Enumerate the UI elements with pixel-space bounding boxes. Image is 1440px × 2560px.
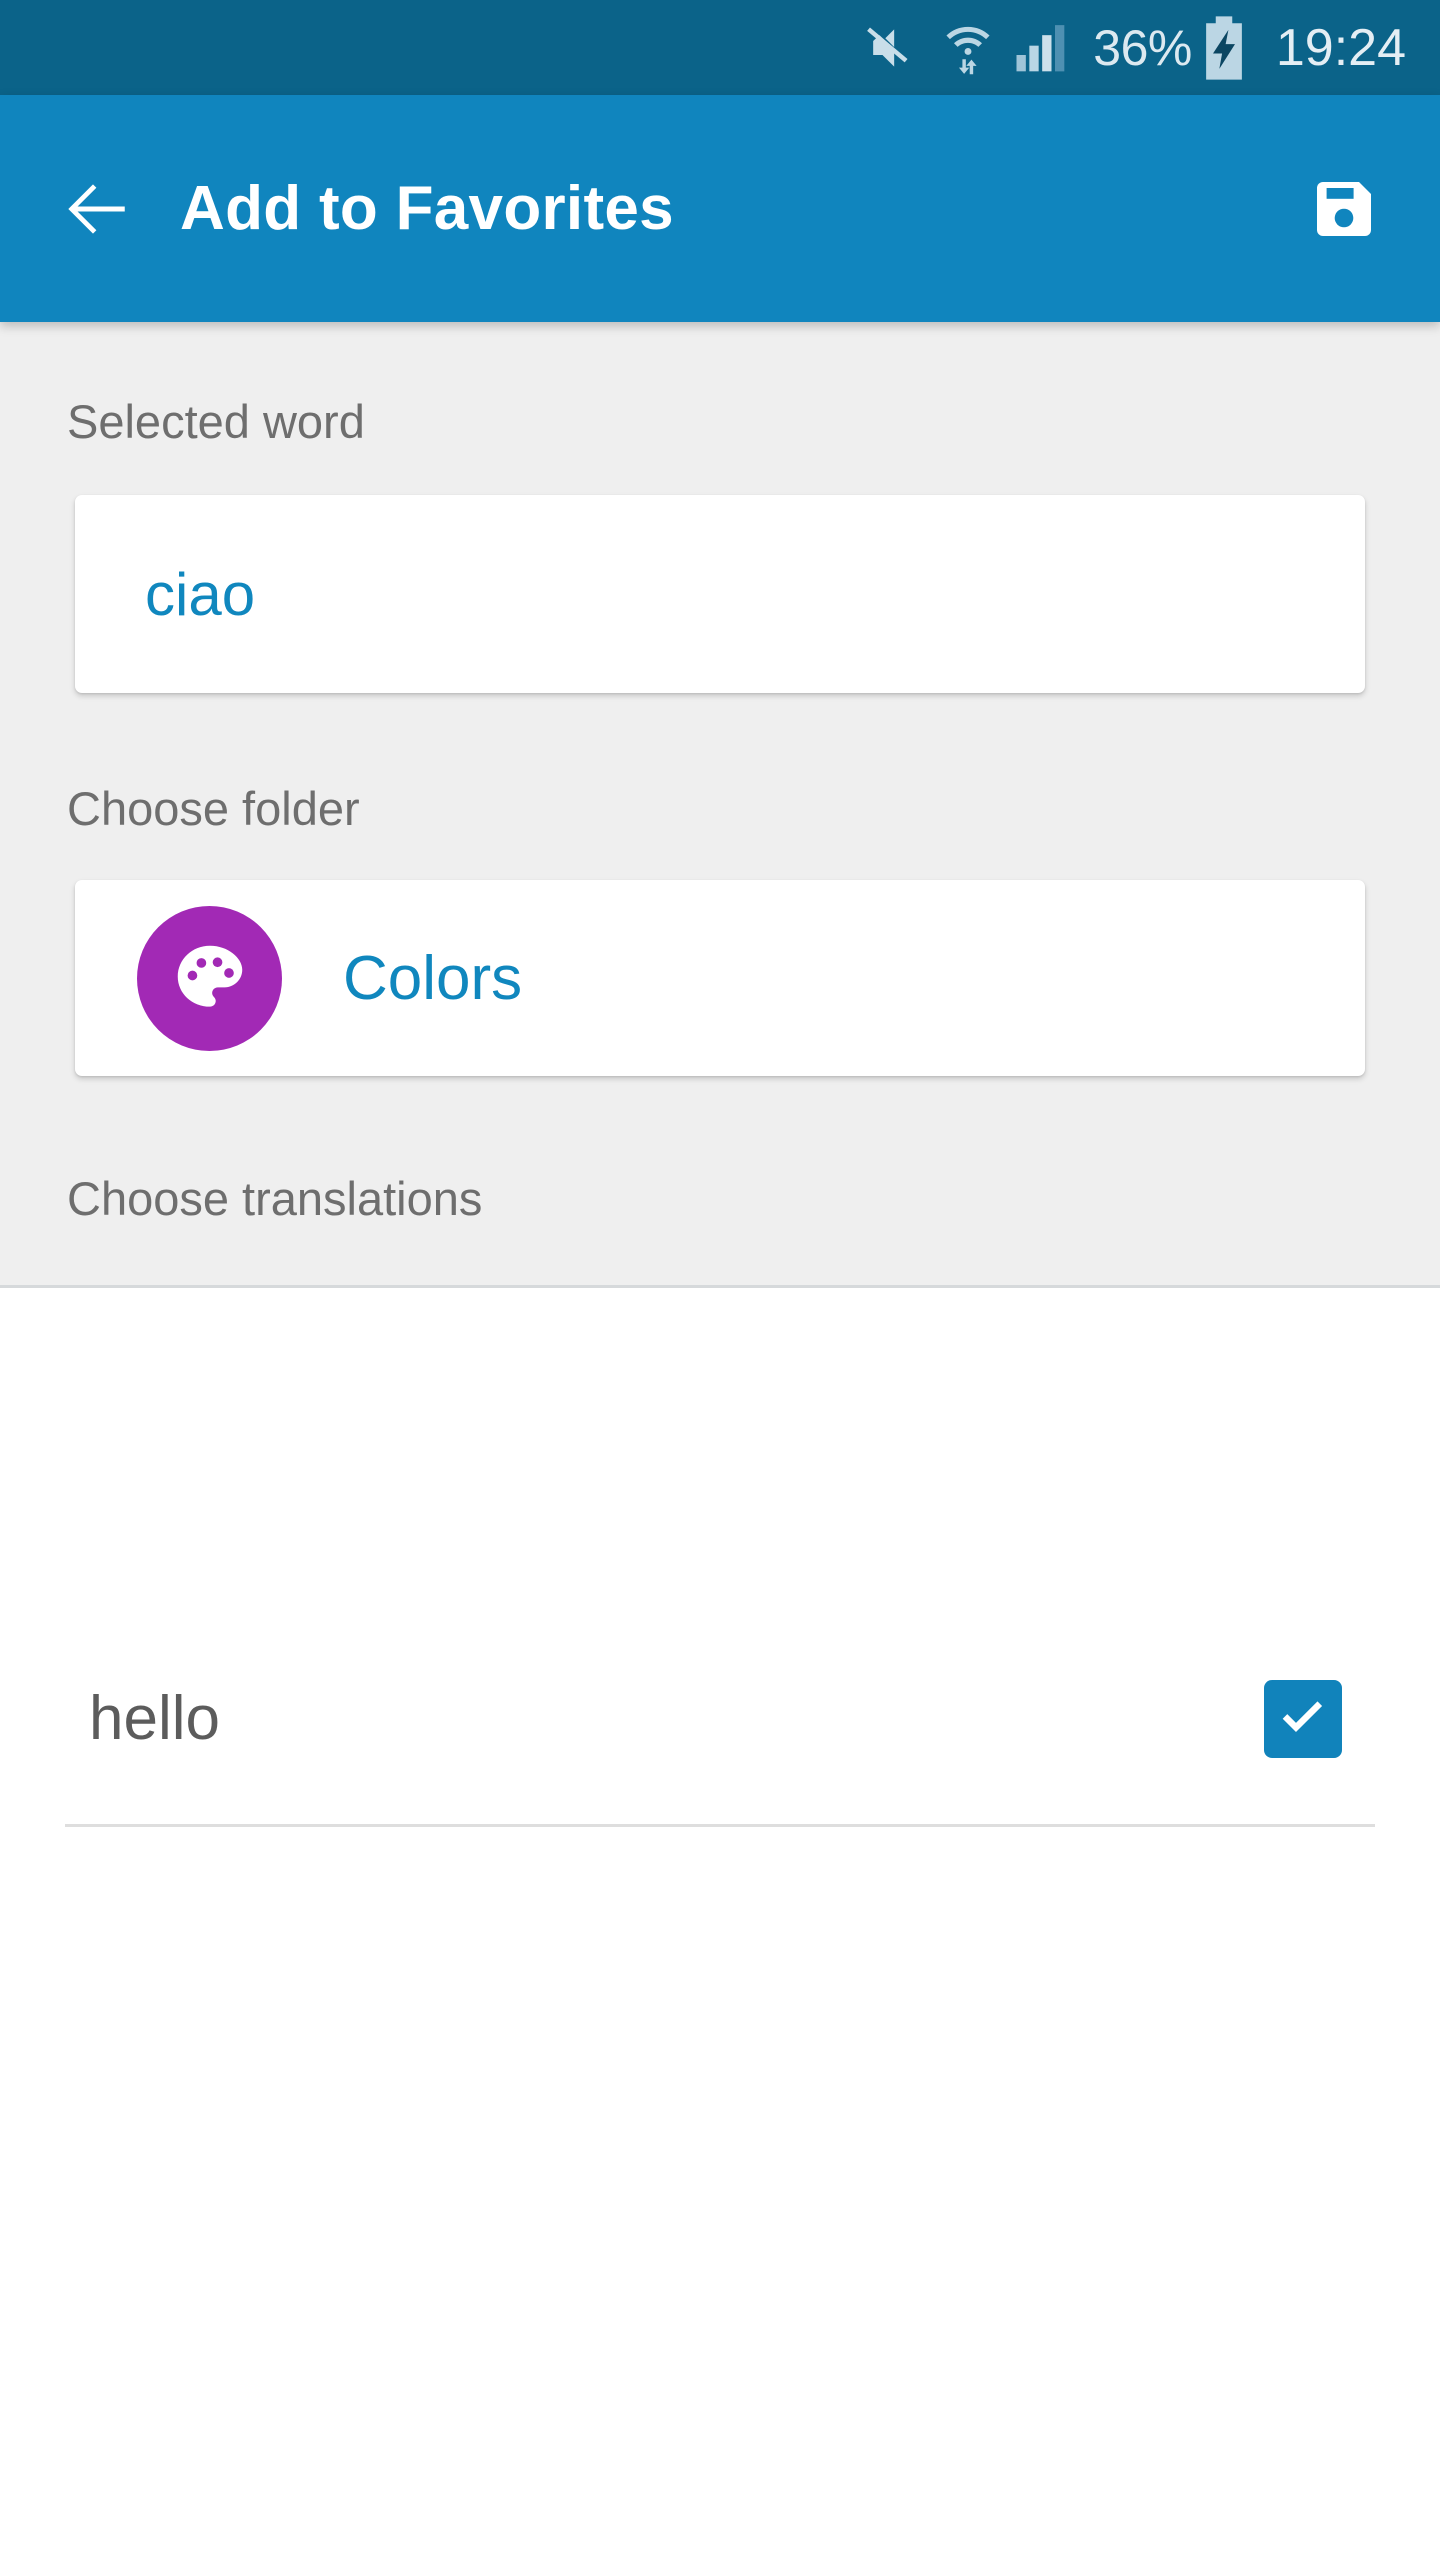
palette-icon (137, 905, 282, 1051)
clock-label: 19:24 (1275, 18, 1406, 77)
form-section: Selected word ciao Choose folder Colors … (0, 322, 1440, 1288)
translations-list: hello (0, 1610, 1440, 1827)
selected-word-label: Selected word (67, 395, 365, 448)
list-item[interactable]: hello (0, 1610, 1440, 1827)
check-icon (1282, 1700, 1323, 1732)
choose-folder-label: Choose folder (67, 782, 360, 835)
folder-name: Colors (343, 943, 523, 1013)
signal-icon (1015, 20, 1067, 76)
battery-charging-icon (1202, 15, 1246, 81)
battery-percent-label: 36% (1093, 19, 1192, 76)
status-bar: 36% 19:24 (0, 0, 1440, 95)
save-floppy-icon (1317, 181, 1371, 236)
content-area: Selected word ciao Choose folder Colors … (0, 322, 1440, 2560)
section-divider (0, 1285, 1440, 1288)
save-button[interactable] (1304, 169, 1384, 249)
back-button[interactable] (60, 172, 134, 246)
page-title: Add to Favorites (180, 174, 674, 243)
choose-translations-label: Choose translations (67, 1172, 483, 1225)
translation-text: hello (89, 1684, 220, 1753)
back-arrow-icon (68, 183, 125, 234)
app-bar: Add to Favorites (0, 95, 1440, 322)
folder-selector[interactable]: Colors (75, 880, 1365, 1076)
list-item-divider (65, 1824, 1375, 1827)
mute-icon (865, 20, 921, 76)
status-bar-icons: 36% 19:24 (845, 15, 1406, 81)
wifi-icon (941, 20, 995, 76)
selected-word-field[interactable]: ciao (75, 495, 1365, 693)
translation-checkbox[interactable] (1264, 1679, 1342, 1758)
selected-word-value: ciao (145, 560, 256, 628)
